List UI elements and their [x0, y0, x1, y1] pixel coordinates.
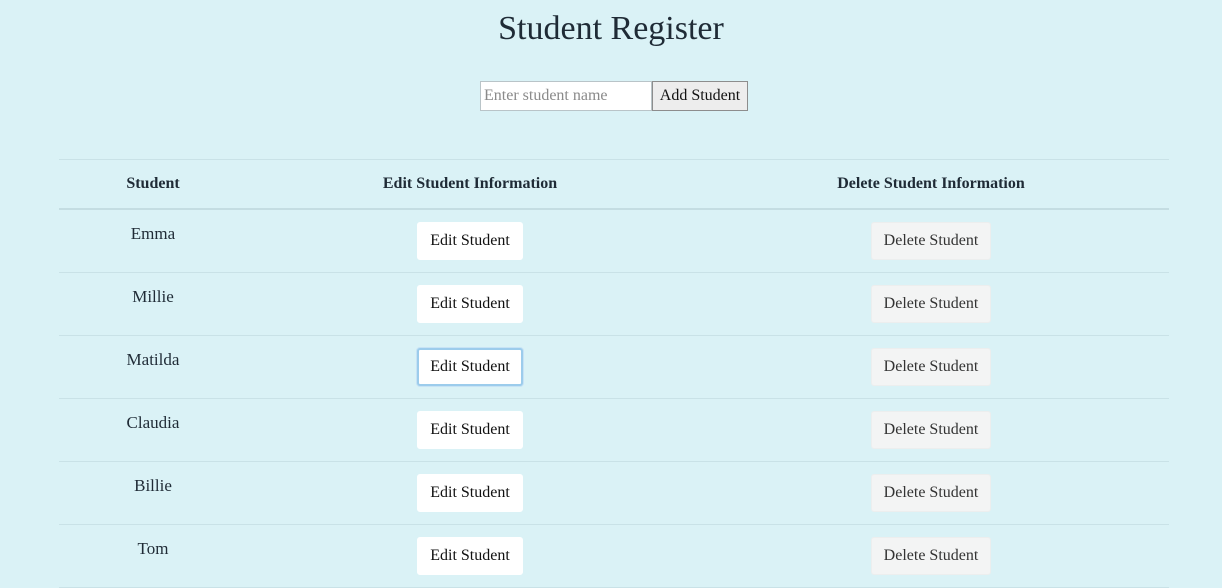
table-row: Millie Edit Student Delete Student [59, 272, 1169, 336]
edit-cell: Edit Student [247, 209, 693, 273]
delete-student-button[interactable]: Delete Student [871, 411, 991, 449]
student-name: Millie [132, 287, 174, 306]
header-delete-student-information: Delete Student Information [693, 159, 1169, 210]
delete-cell: Delete Student [693, 209, 1169, 273]
student-name: Matilda [126, 350, 180, 369]
delete-cell: Delete Student [693, 524, 1169, 588]
delete-cell: Delete Student [693, 335, 1169, 399]
edit-student-button[interactable]: Edit Student [417, 348, 523, 386]
add-student-form: Add Student [480, 81, 748, 111]
delete-cell: Delete Student [693, 461, 1169, 525]
edit-student-button[interactable]: Edit Student [417, 285, 523, 323]
header-student: Student [59, 159, 247, 210]
delete-student-button[interactable]: Delete Student [871, 222, 991, 260]
delete-cell: Delete Student [693, 398, 1169, 462]
table-row: Tom Edit Student Delete Student [59, 524, 1169, 588]
edit-student-button[interactable]: Edit Student [417, 222, 523, 260]
edit-cell: Edit Student [247, 461, 693, 525]
student-cell: Claudia [59, 398, 247, 462]
edit-cell: Edit Student [247, 524, 693, 588]
edit-cell: Edit Student [247, 335, 693, 399]
header-edit-student-information: Edit Student Information [247, 159, 693, 210]
delete-student-button[interactable]: Delete Student [871, 285, 991, 323]
student-cell: Millie [59, 272, 247, 336]
edit-student-button[interactable]: Edit Student [417, 537, 523, 575]
edit-student-button[interactable]: Edit Student [417, 474, 523, 512]
edit-student-button[interactable]: Edit Student [417, 411, 523, 449]
student-table: Student Edit Student Information Delete … [59, 159, 1169, 588]
student-name: Claudia [126, 413, 180, 432]
delete-student-button[interactable]: Delete Student [871, 348, 991, 386]
edit-cell: Edit Student [247, 398, 693, 462]
table-row: Emma Edit Student Delete Student [59, 209, 1169, 273]
table-row: Claudia Edit Student Delete Student [59, 398, 1169, 462]
table-row: Matilda Edit Student Delete Student [59, 335, 1169, 399]
student-name: Billie [134, 476, 172, 495]
student-name-input[interactable] [480, 81, 652, 111]
table-header-row: Student Edit Student Information Delete … [59, 159, 1169, 210]
student-cell: Tom [59, 524, 247, 588]
delete-cell: Delete Student [693, 272, 1169, 336]
delete-student-button[interactable]: Delete Student [871, 537, 991, 575]
student-cell: Matilda [59, 335, 247, 399]
add-student-button[interactable]: Add Student [652, 81, 748, 111]
delete-student-button[interactable]: Delete Student [871, 474, 991, 512]
student-cell: Emma [59, 209, 247, 273]
edit-cell: Edit Student [247, 272, 693, 336]
student-name: Emma [130, 224, 176, 243]
table-row: Billie Edit Student Delete Student [59, 461, 1169, 525]
page-title: Student Register [498, 10, 724, 47]
student-name: Tom [137, 539, 169, 558]
student-cell: Billie [59, 461, 247, 525]
